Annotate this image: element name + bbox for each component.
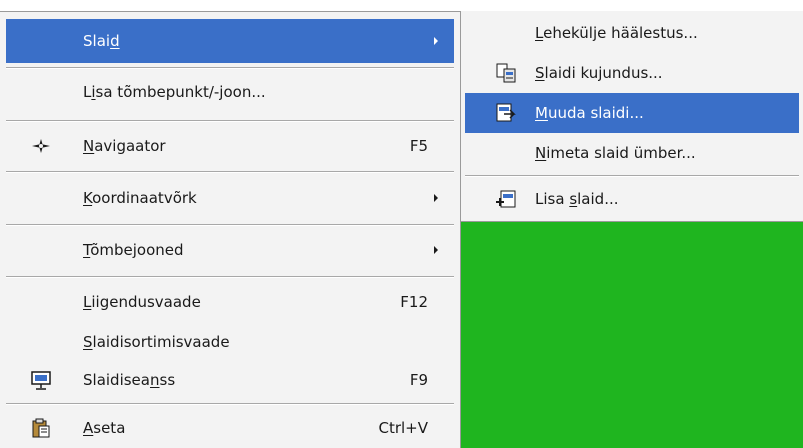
menu-item-label: Lisa tõmbepunkt/-joon... bbox=[83, 83, 266, 101]
menu-item-label: Slaidisortimisvaade bbox=[83, 333, 230, 351]
menu-item-label: Lisa slaid... bbox=[535, 190, 619, 208]
menu-separator bbox=[6, 120, 454, 122]
submenu-item-rename-slide[interactable]: Nimeta slaid ümber... bbox=[465, 133, 799, 173]
menu-separator bbox=[6, 171, 454, 173]
menu-item-shortcut: Ctrl+V bbox=[378, 419, 428, 437]
slideshow-icon bbox=[30, 369, 52, 391]
menu-item-label: Tõmbejooned bbox=[83, 241, 184, 259]
insert-slide-icon bbox=[495, 188, 517, 210]
menu-item-label: Slaid bbox=[83, 32, 120, 50]
slide-submenu: Lehekülje häälestus... Slaidi kujundus..… bbox=[461, 11, 803, 222]
menu-separator bbox=[6, 276, 454, 278]
menu-item-slideshow[interactable]: Slaidiseanss F9 bbox=[6, 360, 454, 400]
menu-item-insert-snap-point[interactable]: Lisa tõmbepunkt/-joon... bbox=[6, 70, 454, 114]
menu-item-shortcut: F12 bbox=[400, 293, 428, 311]
submenu-arrow-icon bbox=[434, 194, 438, 202]
menu-item-label: Nimeta slaid ümber... bbox=[535, 144, 696, 162]
menu-separator bbox=[6, 403, 454, 405]
context-menu: Slaid Lisa tõmbepunkt/-joon... Navigaato… bbox=[0, 11, 461, 448]
window-top-strip bbox=[0, 0, 803, 11]
menu-item-grid[interactable]: Koordinaatvõrk bbox=[6, 176, 454, 220]
paste-icon bbox=[30, 417, 52, 439]
menu-item-label: Slaidi kujundus... bbox=[535, 64, 663, 82]
menu-item-label: Slaidiseanss bbox=[83, 371, 176, 389]
menu-separator bbox=[465, 175, 799, 177]
menu-item-paste[interactable]: Aseta Ctrl+V bbox=[6, 408, 454, 448]
menu-item-outline-view[interactable]: Liigendusvaade F12 bbox=[6, 282, 454, 322]
submenu-arrow-icon bbox=[434, 246, 438, 254]
menu-item-slide-sorter[interactable]: Slaidisortimisvaade bbox=[6, 322, 454, 362]
menu-item-shortcut: F9 bbox=[409, 371, 428, 389]
submenu-item-page-setup[interactable]: Lehekülje häälestus... bbox=[465, 13, 799, 53]
menu-item-shortcut: F5 bbox=[409, 137, 428, 155]
submenu-arrow-icon bbox=[434, 37, 438, 45]
menu-separator bbox=[6, 224, 454, 226]
submenu-item-modify-slide[interactable]: Muuda slaidi... bbox=[465, 93, 799, 133]
modify-slide-icon bbox=[495, 102, 517, 124]
submenu-item-slide-design[interactable]: Slaidi kujundus... bbox=[465, 53, 799, 93]
submenu-item-insert-slide[interactable]: Lisa slaid... bbox=[465, 179, 799, 219]
menu-item-label: Koordinaatvõrk bbox=[83, 189, 197, 207]
menu-item-label: Liigendusvaade bbox=[83, 293, 201, 311]
menu-item-label: Muuda slaidi... bbox=[535, 104, 644, 122]
slide-design-icon bbox=[495, 62, 517, 84]
menu-separator bbox=[6, 67, 454, 69]
menu-item-navigator[interactable]: Navigaator F5 bbox=[6, 124, 454, 168]
menu-item-label: Lehekülje häälestus... bbox=[535, 24, 698, 42]
menu-item-slide[interactable]: Slaid bbox=[6, 19, 454, 63]
menu-item-label: Aseta bbox=[83, 419, 126, 437]
menu-item-label: Navigaator bbox=[83, 137, 166, 155]
navigator-icon bbox=[30, 135, 52, 157]
menu-item-snap-lines[interactable]: Tõmbejooned bbox=[6, 228, 454, 272]
